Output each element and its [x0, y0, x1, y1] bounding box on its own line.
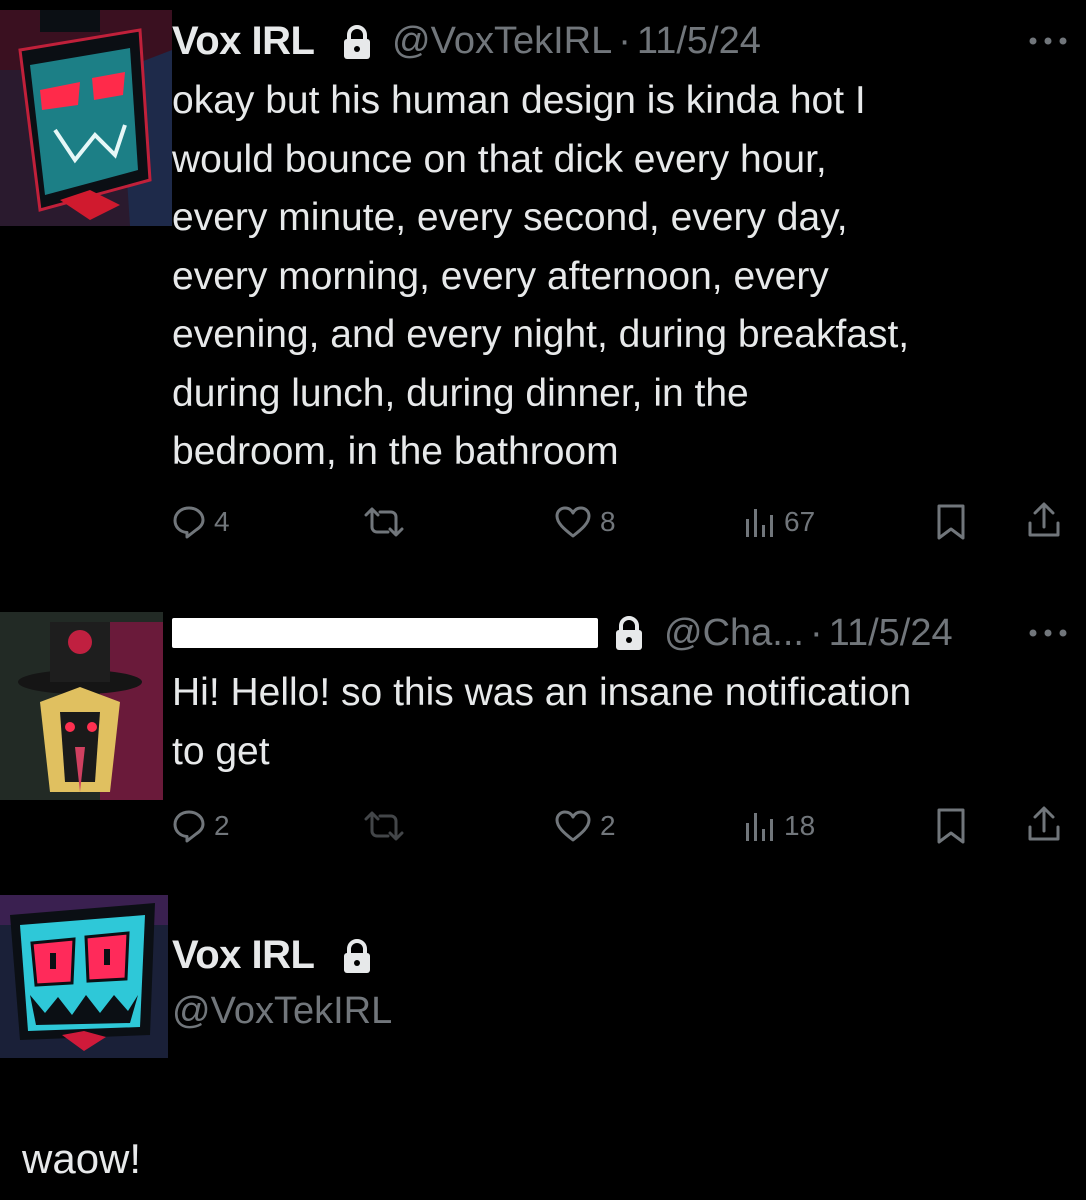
author-handle[interactable]: @VoxTekIRL: [172, 988, 392, 1034]
views-icon: [744, 505, 776, 539]
avatar[interactable]: [0, 10, 172, 226]
bookmark-button[interactable]: [934, 806, 968, 846]
like-count: 2: [600, 810, 616, 841]
reply-count: 2: [214, 810, 230, 841]
redacted-name: [172, 618, 598, 648]
separator: ·: [809, 612, 823, 654]
like-button[interactable]: 2: [554, 806, 616, 846]
reply-icon: [172, 809, 206, 843]
tweet-date[interactable]: 11/5/24: [637, 20, 761, 62]
bookmark-icon: [934, 807, 968, 845]
tweet-text: okay but his human design is kinda hot I…: [172, 79, 910, 473]
retweet-button[interactable]: [360, 502, 408, 542]
like-icon: [554, 809, 592, 843]
views-count: 18: [784, 810, 816, 841]
tweet-text: waow!: [22, 1135, 142, 1182]
reply-button[interactable]: 4: [172, 502, 230, 542]
share-button[interactable]: [1026, 804, 1062, 844]
share-icon: [1026, 805, 1062, 843]
views-button[interactable]: 18: [744, 806, 815, 846]
share-button[interactable]: [1026, 500, 1062, 540]
tweet-text: Hi! Hello! so this was an insane notific…: [172, 671, 912, 773]
author-name[interactable]: Vox IRL: [172, 932, 315, 978]
views-button[interactable]: 67: [744, 502, 815, 542]
share-icon: [1026, 501, 1062, 539]
avatar[interactable]: [0, 612, 163, 800]
more-icon[interactable]: [1028, 20, 1068, 54]
bookmark-icon: [934, 503, 968, 541]
author-handle[interactable]: @Cha...: [664, 612, 804, 654]
retweet-button[interactable]: [360, 806, 408, 846]
retweet-icon: [360, 809, 408, 843]
lock-icon: [340, 938, 374, 979]
lock-icon: [340, 24, 374, 65]
avatar[interactable]: [0, 895, 168, 1058]
retweet-icon: [360, 505, 408, 539]
views-icon: [744, 809, 776, 843]
more-icon[interactable]: [1028, 612, 1068, 646]
author-handle[interactable]: @VoxTekIRL: [392, 20, 612, 62]
lock-icon: [612, 615, 646, 656]
reply-icon: [172, 505, 206, 539]
like-count: 8: [600, 506, 616, 537]
bookmark-button[interactable]: [934, 502, 968, 542]
separator: ·: [618, 20, 631, 62]
author-name[interactable]: Vox IRL: [172, 18, 315, 64]
tweet-date[interactable]: 11/5/24: [829, 612, 953, 654]
like-icon: [554, 505, 592, 539]
reply-count: 4: [214, 506, 230, 537]
reply-button[interactable]: 2: [172, 806, 230, 846]
like-button[interactable]: 8: [554, 502, 616, 542]
views-count: 67: [784, 506, 816, 537]
